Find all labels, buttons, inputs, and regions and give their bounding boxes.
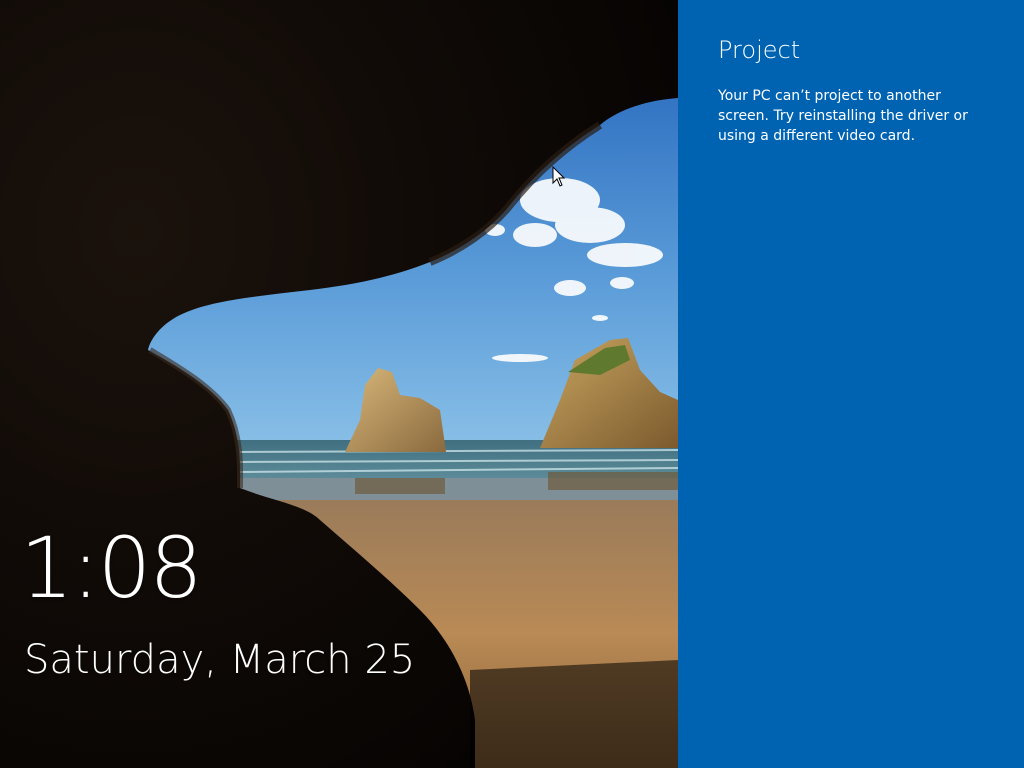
project-pane-title: Project <box>718 36 801 64</box>
lock-screen-time: 1:08 <box>20 519 203 617</box>
project-pane: Project Your PC can’t project to another… <box>678 0 1024 768</box>
arrow-pointer-icon <box>552 165 566 188</box>
lock-screen-date: Saturday, March 25 <box>24 637 416 683</box>
screen: 1:08 Saturday, March 25 Project Your PC … <box>0 0 1024 768</box>
project-error-message: Your PC can’t project to another screen.… <box>718 88 968 144</box>
